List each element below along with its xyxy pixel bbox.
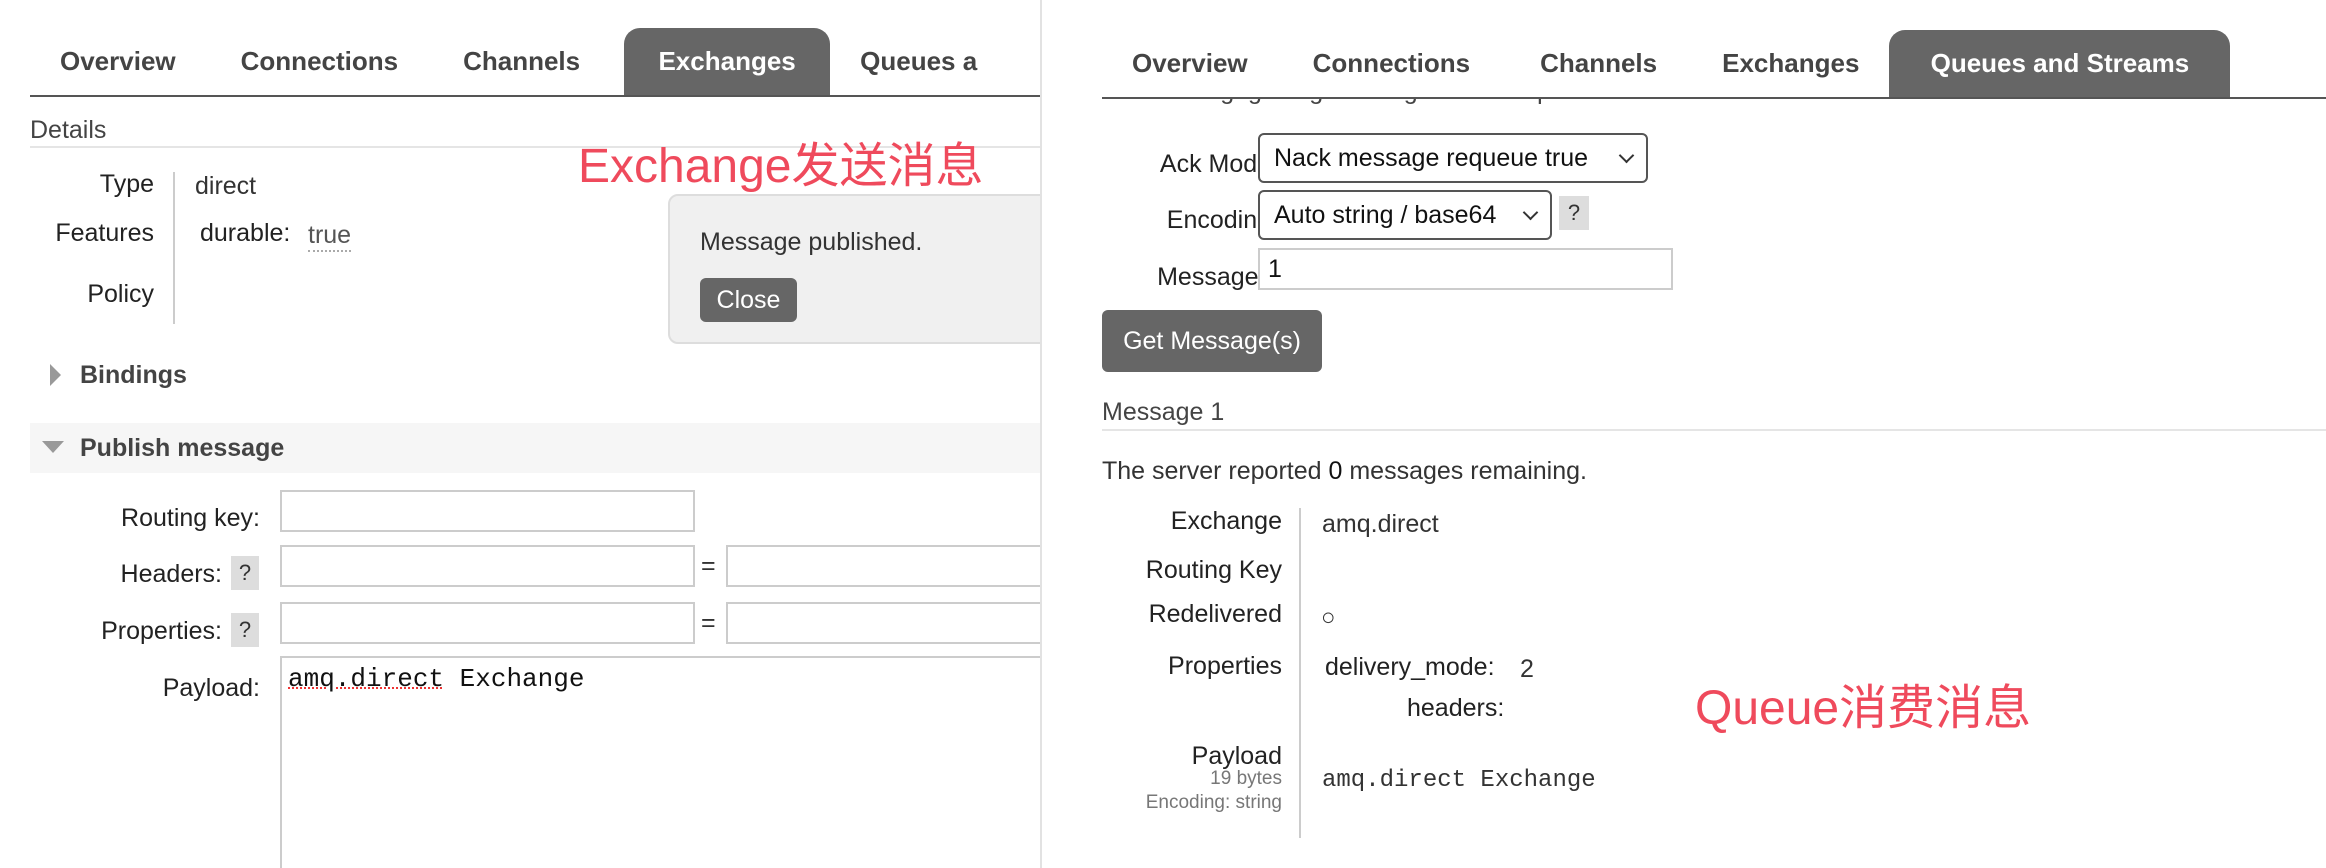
chevron-down-icon xyxy=(1522,204,1539,221)
bindings-section-toggle[interactable]: Bindings xyxy=(30,351,1040,399)
encoding-select[interactable]: Auto string / base64 xyxy=(1258,190,1552,240)
message-divider xyxy=(1102,429,2326,431)
messages-input[interactable]: 1 xyxy=(1258,248,1673,290)
tab-connections[interactable]: Connections xyxy=(1278,30,1505,97)
redelivered-value: ○ xyxy=(1321,604,1336,631)
header-key-input[interactable] xyxy=(280,545,695,587)
payload-textarea[interactable]: amq.direct Exchange xyxy=(280,656,1040,868)
publish-heading: Publish message xyxy=(80,433,285,462)
left-tab-bar: Overview Connections Channels Exchanges … xyxy=(30,28,1040,97)
messages-label: Messages: xyxy=(1157,263,1278,291)
durable-value: true xyxy=(308,221,352,252)
get-messages-button[interactable]: Get Message(s) xyxy=(1102,310,1322,372)
server-remaining-text: The server reported 0 messages remaining… xyxy=(1102,457,1587,486)
tab-overview[interactable]: Overview xyxy=(1102,30,1278,97)
server-count: 0 xyxy=(1328,457,1343,485)
bindings-heading: Bindings xyxy=(80,360,187,389)
header-value-input[interactable] xyxy=(726,545,1040,587)
payload-text-word2: Exchange xyxy=(444,664,585,694)
payload-label: Payload: xyxy=(162,674,260,702)
tab-queues-and-streams[interactable]: Queues and Streams xyxy=(1889,30,2231,97)
message-details-separator xyxy=(1299,508,1301,838)
chevron-right-icon xyxy=(50,364,61,386)
encoding-value: Auto string / base64 xyxy=(1274,200,1497,229)
payload-text-word1: amq.direct xyxy=(288,664,445,694)
tab-connections[interactable]: Connections xyxy=(206,28,433,95)
tab-channels[interactable]: Channels xyxy=(1505,30,1692,97)
properties-label: Properties: xyxy=(101,617,222,645)
encoding-label: Encoding: xyxy=(1166,206,1278,234)
chevron-down-icon xyxy=(1618,147,1635,164)
ack-mode-select[interactable]: Nack message requeue true xyxy=(1258,133,1648,183)
message-1-heading: Message 1 xyxy=(1102,398,1225,426)
payload-value: amq.direct Exchange xyxy=(1322,767,1596,794)
details-heading: Details xyxy=(30,116,107,144)
close-button[interactable]: Close xyxy=(700,278,797,322)
toast-message: Message published. xyxy=(700,228,923,256)
headers-equals: = xyxy=(701,552,716,580)
tab-queues[interactable]: Queues a xyxy=(830,28,1007,95)
details-separator xyxy=(173,172,175,324)
queue-annotation: Queue消费消息 xyxy=(1695,682,2032,735)
tab-channels[interactable]: Channels xyxy=(433,28,624,95)
property-key-input[interactable] xyxy=(280,602,695,644)
headers-help-icon[interactable]: ? xyxy=(231,556,259,590)
headers-label: Headers: xyxy=(120,560,222,588)
server-text-pre: The server reported xyxy=(1102,457,1329,485)
tab-exchanges[interactable]: Exchanges xyxy=(624,28,831,95)
delivery-mode-value: 2 xyxy=(1520,655,1534,683)
left-screenshot-panel: Overview Connections Channels Exchanges … xyxy=(0,0,1040,868)
right-tab-bar: Overview Connections Channels Exchanges … xyxy=(1102,30,2326,99)
payload-text: amq.direct Exchange xyxy=(288,664,584,694)
right-screenshot-panel: Warning: getting messages from a queue i… xyxy=(1040,0,2326,868)
encoding-help-icon[interactable]: ? xyxy=(1559,196,1589,230)
headers-label: headers: xyxy=(1407,694,1505,722)
payload-label: Payload xyxy=(1191,742,1282,770)
features-label: Features xyxy=(55,219,154,247)
exchange-annotation: Exchange发送消息 xyxy=(578,140,984,193)
durable-label: durable: xyxy=(200,219,291,247)
type-value: direct xyxy=(195,172,257,200)
routing-key-label: Routing key: xyxy=(121,504,260,532)
type-label: Type xyxy=(99,170,154,198)
publish-toast: Message published. Close xyxy=(668,194,1040,344)
publish-section-toggle[interactable]: Publish message xyxy=(30,423,1040,473)
properties-help-icon[interactable]: ? xyxy=(231,613,259,647)
exchange-value: amq.direct xyxy=(1322,510,1439,538)
tab-overview[interactable]: Overview xyxy=(30,28,206,95)
ack-mode-value: Nack message requeue true xyxy=(1274,143,1589,172)
delivery-mode-label: delivery_mode: xyxy=(1325,653,1495,681)
server-text-post: messages remaining. xyxy=(1342,457,1587,485)
property-value-input[interactable] xyxy=(726,602,1040,644)
redelivered-label: Redelivered xyxy=(1148,600,1282,628)
routing-key-input[interactable] xyxy=(280,490,695,532)
routing-key-label: Routing Key xyxy=(1145,556,1282,584)
chevron-down-icon xyxy=(42,441,64,453)
exchange-label: Exchange xyxy=(1170,507,1282,535)
policy-label: Policy xyxy=(87,280,154,308)
properties-label: Properties xyxy=(1168,652,1282,680)
tab-exchanges[interactable]: Exchanges xyxy=(1692,30,1889,97)
properties-equals: = xyxy=(701,609,716,637)
payload-size: 19 bytes xyxy=(1210,768,1282,789)
payload-encoding: Encoding: string xyxy=(1145,792,1282,813)
ack-mode-label: Ack Mode: xyxy=(1159,150,1278,178)
